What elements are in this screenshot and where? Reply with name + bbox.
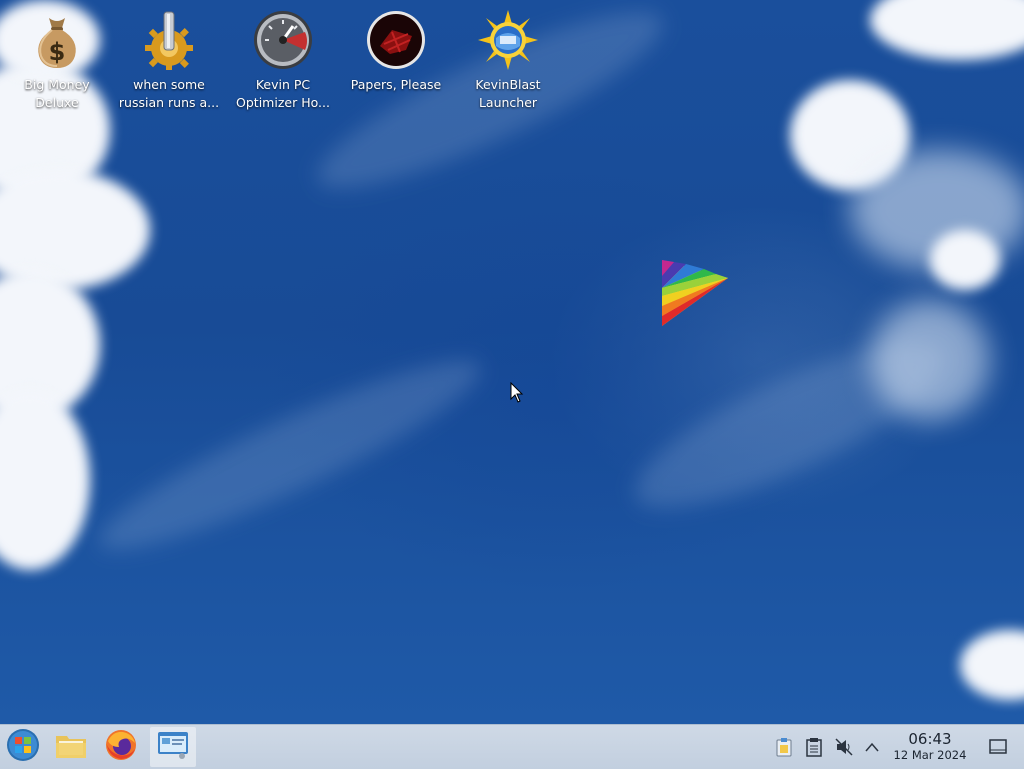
icon-label-line2: Optimizer Ho... (236, 95, 330, 110)
clock-date: 12 Mar 2024 (893, 748, 967, 762)
icon-label-line2: Deluxe (35, 95, 79, 110)
clock-time: 06:43 (908, 730, 952, 748)
clock[interactable]: 06:43 12 Mar 2024 (884, 730, 976, 762)
file-manager-button[interactable] (48, 727, 94, 767)
icon-label-line2: russian runs a... (118, 95, 220, 110)
chevron-up-icon[interactable] (860, 735, 884, 759)
windows-orb-icon (6, 728, 40, 766)
taskbar: 06:43 12 Mar 2024 (0, 724, 1024, 769)
desktop-icon-when-some-russian-runs[interactable]: when some russian runs a... (114, 6, 224, 112)
svg-text:$: $ (49, 38, 66, 66)
icon-label-line1: when some (133, 77, 205, 92)
papers-please-icon (366, 10, 426, 70)
firefox-icon (105, 729, 137, 765)
cloud (930, 230, 1000, 290)
gear-lever-icon (139, 10, 199, 70)
speedometer-icon (253, 10, 313, 70)
window-preview-icon (156, 730, 190, 764)
cloud (0, 390, 90, 570)
cloud (960, 630, 1024, 700)
icon-label-line1: Papers, Please (350, 77, 442, 92)
money-bag-icon: $ (27, 10, 87, 70)
icon-label-line2: Launcher (478, 95, 538, 110)
clipboard-icon[interactable] (772, 735, 796, 759)
volume-muted-icon[interactable] (832, 735, 856, 759)
desktop-icon-kevin-pc-optimizer[interactable]: Kevin PC Optimizer Ho... (228, 6, 338, 112)
icon-label-line1: KevinBlast (475, 77, 541, 92)
active-window-button[interactable] (150, 727, 196, 767)
desktop-icon-big-money-deluxe[interactable]: $ Big Money Deluxe (2, 6, 112, 112)
cloud (870, 0, 1024, 60)
icon-label-line1: Kevin PC (255, 77, 311, 92)
mouse-cursor (510, 381, 524, 404)
cloud (870, 300, 990, 420)
kite-wallpaper-graphic (656, 258, 732, 328)
firefox-button[interactable] (98, 727, 144, 767)
desktop-icon-papers-please[interactable]: Papers, Please (341, 6, 451, 94)
desktop-background[interactable]: $ Big Money Deluxe when some russian run… (0, 0, 1024, 724)
sky-streak (84, 334, 496, 576)
notes-icon[interactable] (802, 735, 826, 759)
start-menu-button[interactable] (0, 727, 46, 767)
show-desktop-icon[interactable] (986, 735, 1010, 759)
sun-globe-icon (478, 10, 538, 70)
desktop-icon-kevinblast-launcher[interactable]: KevinBlast Launcher (453, 6, 563, 112)
folder-icon (55, 731, 87, 763)
icon-label-line1: Big Money (24, 77, 90, 92)
